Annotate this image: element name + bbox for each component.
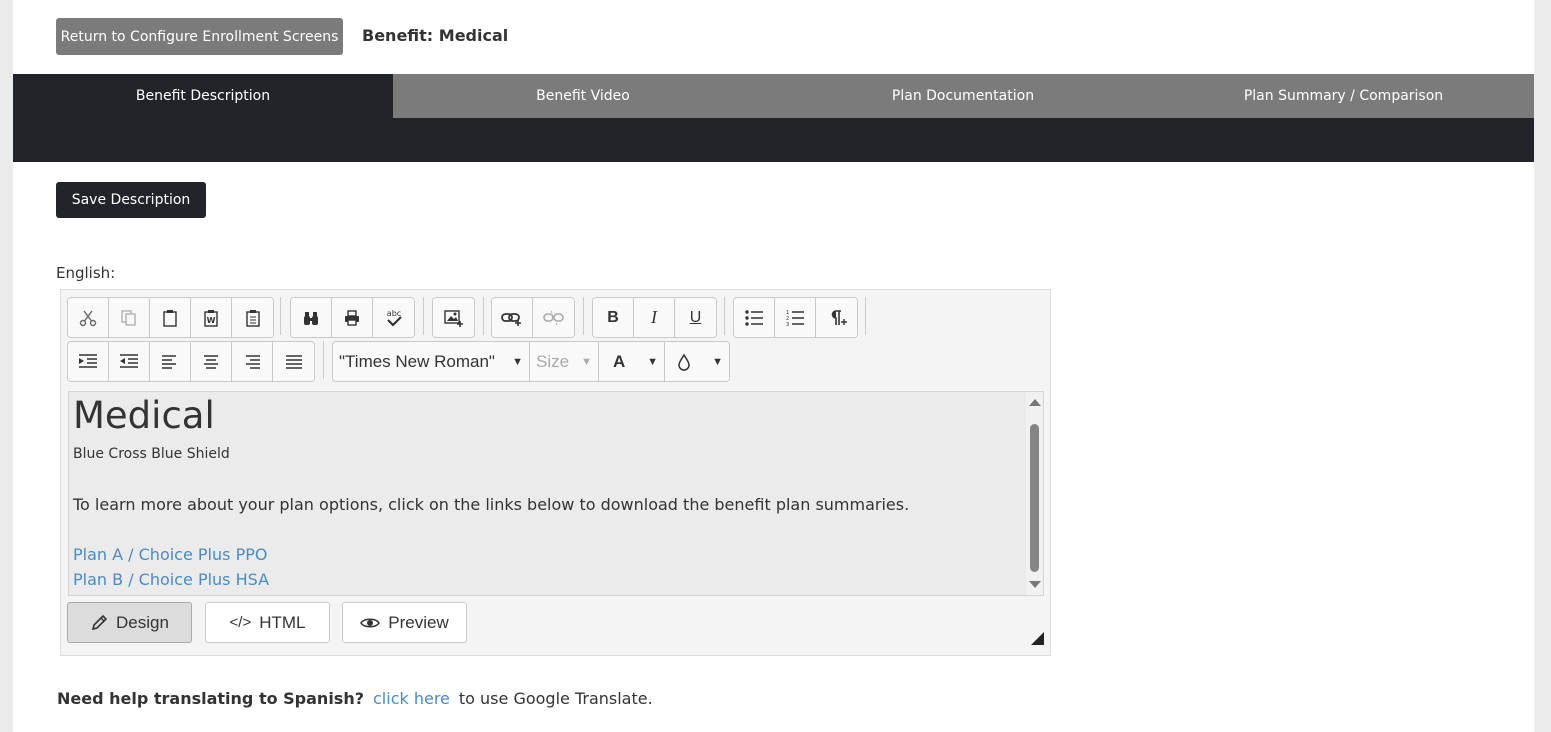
spellcheck-icon[interactable]: abc [373, 298, 414, 337]
image-manager-icon[interactable] [433, 298, 474, 337]
color-drop-icon [678, 353, 690, 371]
save-description-button[interactable]: Save Description [56, 182, 206, 218]
html-mode-button[interactable]: </> HTML [205, 602, 330, 643]
benefit-title: Benefit: Medical [362, 26, 509, 45]
language-label: English: [56, 264, 116, 282]
font-color-select[interactable]: A ▼ [599, 342, 665, 381]
clipboard-group: W [67, 297, 274, 338]
editor-content-area[interactable]: Medical Blue Cross Blue Shield To learn … [68, 391, 1044, 596]
google-translate-link[interactable]: click here [373, 689, 450, 708]
help-suffix: to use Google Translate. [458, 689, 653, 708]
rich-text-editor: W abc B I U 1 2 3 "Times New Roman" ▼ Si… [60, 289, 1051, 656]
code-icon: </> [229, 614, 252, 631]
html-mode-label: HTML [259, 612, 306, 632]
translation-help: Need help translating to Spanish? click h… [57, 689, 653, 708]
toolbar-separator [323, 341, 324, 379]
paste-from-word-icon[interactable]: W [191, 298, 232, 337]
help-question: Need help translating to Spanish? [57, 689, 364, 708]
cut-icon[interactable] [68, 298, 109, 337]
outdent-icon[interactable] [109, 342, 150, 381]
toolbar-separator [483, 297, 484, 335]
align-left-icon[interactable] [150, 342, 191, 381]
chevron-down-icon: ▼ [512, 355, 523, 368]
indent-icon[interactable] [68, 342, 109, 381]
bold-icon[interactable]: B [593, 298, 634, 337]
print-icon[interactable] [332, 298, 373, 337]
insert-link-icon[interactable] [492, 298, 533, 337]
chevron-down-icon: ▼ [581, 355, 592, 368]
link-group [491, 297, 575, 338]
font-size-select[interactable]: Size ▼ [530, 342, 599, 381]
list-group: 123 [733, 297, 858, 338]
bullet-list-icon[interactable] [734, 298, 775, 337]
paste-icon[interactable] [150, 298, 191, 337]
tab-plan-documentation[interactable]: Plan Documentation [773, 74, 1153, 118]
alignment-group [67, 341, 315, 382]
resize-handle-icon[interactable] [1031, 632, 1044, 645]
page: Return to Configure Enrollment Screens B… [13, 0, 1534, 732]
remove-link-icon[interactable] [533, 298, 574, 337]
tab-bar: Benefit Description Benefit Video Plan D… [13, 74, 1534, 162]
plan-b-link[interactable]: Plan B / Choice Plus HSA [73, 570, 269, 589]
preview-mode-button[interactable]: Preview [342, 602, 467, 643]
align-center-icon[interactable] [191, 342, 232, 381]
scroll-up-icon[interactable] [1029, 399, 1041, 406]
font-size-placeholder: Size [536, 351, 570, 371]
pencil-icon [91, 614, 108, 630]
paragraph-icon[interactable] [816, 298, 857, 337]
svg-text:3: 3 [786, 322, 789, 327]
design-mode-button[interactable]: Design [67, 602, 192, 643]
font-group: "Times New Roman" ▼ Size ▼ A ▼ ▼ [332, 341, 730, 382]
justify-icon[interactable] [273, 342, 314, 381]
preview-mode-label: Preview [388, 612, 449, 632]
scrollbar-thumb[interactable] [1030, 424, 1039, 572]
return-button[interactable]: Return to Configure Enrollment Screens [56, 18, 343, 55]
svg-text:W: W [207, 316, 216, 325]
font-name-select[interactable]: "Times New Roman" ▼ [333, 342, 530, 381]
editor-scrollbar[interactable] [1026, 392, 1043, 595]
font-name-value: "Times New Roman" [339, 351, 495, 371]
scroll-down-icon[interactable] [1029, 581, 1041, 588]
copy-icon[interactable] [109, 298, 150, 337]
format-group: B I U [592, 297, 717, 338]
toolbar-separator [583, 297, 584, 335]
chevron-down-icon: ▼ [647, 355, 658, 368]
paste-as-text-icon[interactable] [232, 298, 273, 337]
design-mode-label: Design [116, 612, 169, 632]
chevron-down-icon: ▼ [712, 355, 723, 368]
font-color-icon: A [613, 351, 626, 371]
tools-group: abc [290, 297, 415, 338]
tab-benefit-video[interactable]: Benefit Video [393, 74, 773, 118]
media-group [432, 297, 475, 338]
toolbar-separator [865, 297, 866, 335]
toolbar-separator [423, 297, 424, 335]
align-right-icon[interactable] [232, 342, 273, 381]
italic-icon[interactable]: I [634, 298, 675, 337]
background-color-select[interactable]: ▼ [665, 342, 729, 381]
svg-text:abc: abc [386, 309, 400, 318]
content-paragraph: To learn more about your plan options, c… [73, 495, 910, 514]
find-icon[interactable] [291, 298, 332, 337]
toolbar-separator [280, 297, 281, 335]
content-subheading: Blue Cross Blue Shield [73, 446, 230, 462]
toolbar-separator [724, 297, 725, 335]
eye-icon [360, 618, 381, 627]
numbered-list-icon[interactable]: 123 [775, 298, 816, 337]
tab-plan-summary-comparison[interactable]: Plan Summary / Comparison [1153, 74, 1534, 118]
tab-benefit-description[interactable]: Benefit Description [13, 74, 393, 118]
plan-a-link[interactable]: Plan A / Choice Plus PPO [73, 545, 267, 564]
underline-icon[interactable]: U [675, 298, 716, 337]
content-heading: Medical [73, 394, 215, 437]
